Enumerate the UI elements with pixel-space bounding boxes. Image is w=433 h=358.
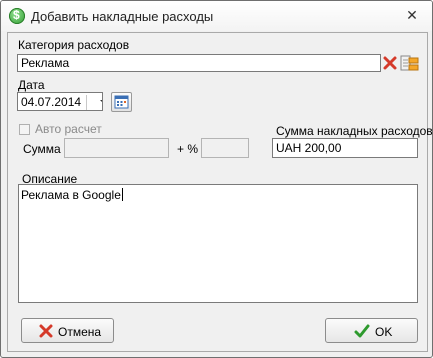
cancel-button-label: Отмена [58,325,102,339]
browse-category-icon[interactable] [400,53,420,73]
cancel-button[interactable]: Отмена [21,318,114,343]
plus-percent-label: + % [177,142,199,156]
percent-field[interactable] [201,138,249,158]
dialog-window: Добавить накладные расходы ✕ Категория р… [0,0,433,358]
overhead-sum-field[interactable]: UAH 200,00 [272,138,418,158]
money-icon [9,8,25,24]
calendar-icon [114,95,129,109]
title-bar[interactable]: Добавить накладные расходы ✕ [1,1,432,31]
date-value: 04.07.2014 [21,95,82,109]
date-label: Дата [18,78,45,92]
overhead-sum-label: Сумма накладных расходов [276,124,433,138]
checkmark-icon [354,324,370,338]
date-picker[interactable]: 04.07.2014 [17,92,103,111]
text-caret [121,188,123,201]
category-label: Категория расходов [18,38,130,52]
description-field[interactable]: Реклама в Google [18,184,418,303]
description-text: Реклама в Google [21,188,121,202]
calendar-button[interactable] [111,92,132,112]
auto-calc-checkbox[interactable] [19,124,30,135]
auto-calc-label: Авто расчет [35,122,102,136]
chevron-down-icon[interactable] [100,100,102,104]
sum-label: Сумма [23,142,61,156]
sum-field[interactable] [64,138,169,158]
category-field[interactable]: Реклама [17,54,381,72]
close-icon[interactable]: ✕ [404,8,420,24]
dialog-body: Категория расходов Реклама Дата 04.07.20… [7,32,432,352]
ok-button-label: OK [375,325,393,339]
window-title: Добавить накладные расходы [31,9,214,24]
date-dropdown-separator [86,95,87,110]
cancel-x-icon [39,324,53,338]
ok-button[interactable]: OK [325,318,418,343]
clear-category-icon[interactable] [381,54,399,72]
